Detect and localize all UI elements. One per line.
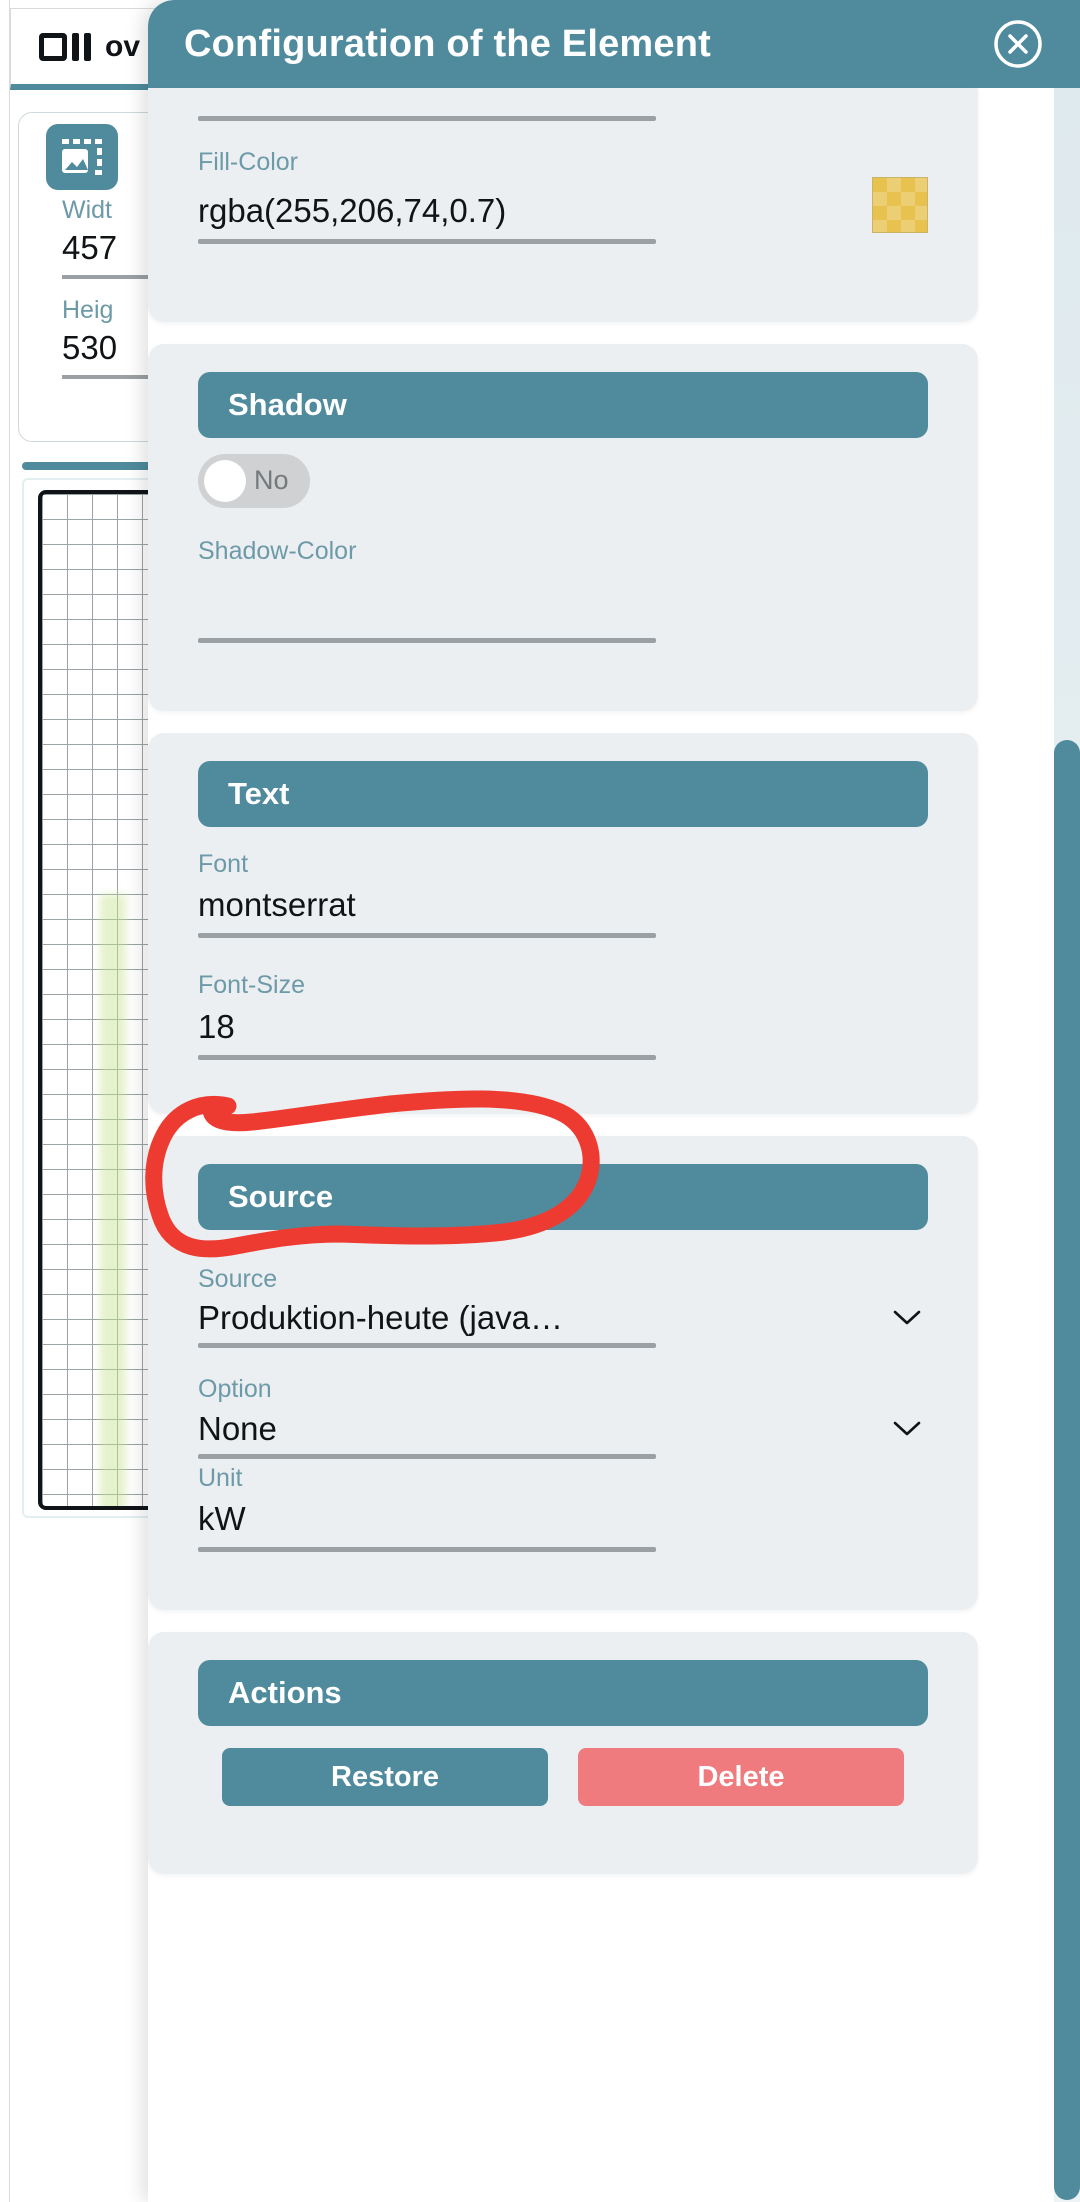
shadow-color-label: Shadow-Color xyxy=(198,536,357,565)
unit-field[interactable]: Unit kW xyxy=(198,1463,928,1553)
shadow-section-title: Shadow xyxy=(228,386,347,422)
source-label: Source xyxy=(198,1264,278,1293)
unit-underline xyxy=(198,1547,656,1553)
dialog-scrollbar-thumb[interactable] xyxy=(1054,740,1080,2200)
dialog-header: Configuration of the Element xyxy=(148,0,1080,88)
chevron-down-icon[interactable] xyxy=(892,1309,922,1327)
shadow-color-field[interactable]: Shadow-Color xyxy=(198,536,928,643)
text-section-title: Text xyxy=(228,775,290,811)
option-value: None xyxy=(198,1409,277,1447)
option-label: Option xyxy=(198,1375,272,1404)
source-value: Produktion-heute (java… xyxy=(198,1299,564,1337)
fill-color-underline xyxy=(198,238,656,244)
configuration-dialog: Configuration of the Element Fill-Color … xyxy=(148,0,1080,2202)
actions-section-title: Actions xyxy=(228,1675,342,1711)
font-size-field[interactable]: Font-Size 18 xyxy=(198,971,928,1060)
option-underline xyxy=(198,1453,656,1459)
shadow-toggle[interactable]: No xyxy=(198,453,310,508)
font-underline xyxy=(198,933,656,939)
text-section-header: Text xyxy=(198,760,928,827)
dialog-body[interactable]: Fill-Color rgba(255,206,74,0.7) Shadow N… xyxy=(148,88,1080,2202)
left-rail xyxy=(0,0,10,2202)
square-bars-icon xyxy=(39,32,91,61)
source-section-title: Source xyxy=(228,1178,334,1214)
restore-button[interactable]: Restore xyxy=(222,1748,548,1807)
fill-color-value: rgba(255,206,74,0.7) xyxy=(198,191,507,229)
shadow-section-card: Shadow No Shadow-Color xyxy=(148,343,978,711)
close-circle-icon[interactable] xyxy=(992,18,1044,70)
source-section-card: Source Source Produktion-heute (java… Op… xyxy=(148,1135,978,1611)
fill-color-swatch[interactable] xyxy=(872,176,928,233)
dialog-scrollbar-track[interactable] xyxy=(1054,88,1080,2202)
dialog-title: Configuration of the Element xyxy=(184,22,712,65)
previous-field-underline xyxy=(198,116,656,121)
image-frame-icon[interactable] xyxy=(46,124,118,190)
shadow-toggle-label: No xyxy=(254,465,289,495)
actions-section-header: Actions xyxy=(198,1660,928,1727)
canvas-highlight-region xyxy=(100,894,126,1506)
delete-button[interactable]: Delete xyxy=(578,1748,904,1807)
text-section-card: Text Font montserrat Font-Size 18 xyxy=(148,732,978,1114)
font-field[interactable]: Font montserrat xyxy=(198,849,928,939)
chevron-down-icon[interactable] xyxy=(892,1420,922,1438)
source-select-field[interactable]: Source Produktion-heute (java… xyxy=(198,1264,928,1349)
shadow-section-header: Shadow xyxy=(198,371,928,438)
fill-section-card: Fill-Color rgba(255,206,74,0.7) xyxy=(148,88,978,322)
actions-section-card: Actions Restore Delete xyxy=(148,1632,978,1875)
actions-button-row: Restore Delete xyxy=(198,1748,928,1807)
font-size-underline xyxy=(198,1054,656,1060)
fill-color-field[interactable]: Fill-Color rgba(255,206,74,0.7) xyxy=(198,148,928,244)
shadow-toggle-knob xyxy=(204,459,246,502)
fill-color-label: Fill-Color xyxy=(198,148,298,176)
unit-label: Unit xyxy=(198,1463,243,1492)
font-label: Font xyxy=(198,849,249,878)
source-underline xyxy=(198,1343,656,1349)
source-section-header: Source xyxy=(198,1163,928,1230)
unit-value: kW xyxy=(198,1500,246,1538)
option-select-field[interactable]: Option None xyxy=(198,1376,928,1459)
font-value: montserrat xyxy=(198,886,356,924)
app-topbar-title: ov xyxy=(105,29,141,63)
shadow-color-value xyxy=(198,565,928,614)
font-size-value: 18 xyxy=(198,1007,235,1045)
shadow-color-underline xyxy=(198,637,656,643)
font-size-label: Font-Size xyxy=(198,971,305,1000)
